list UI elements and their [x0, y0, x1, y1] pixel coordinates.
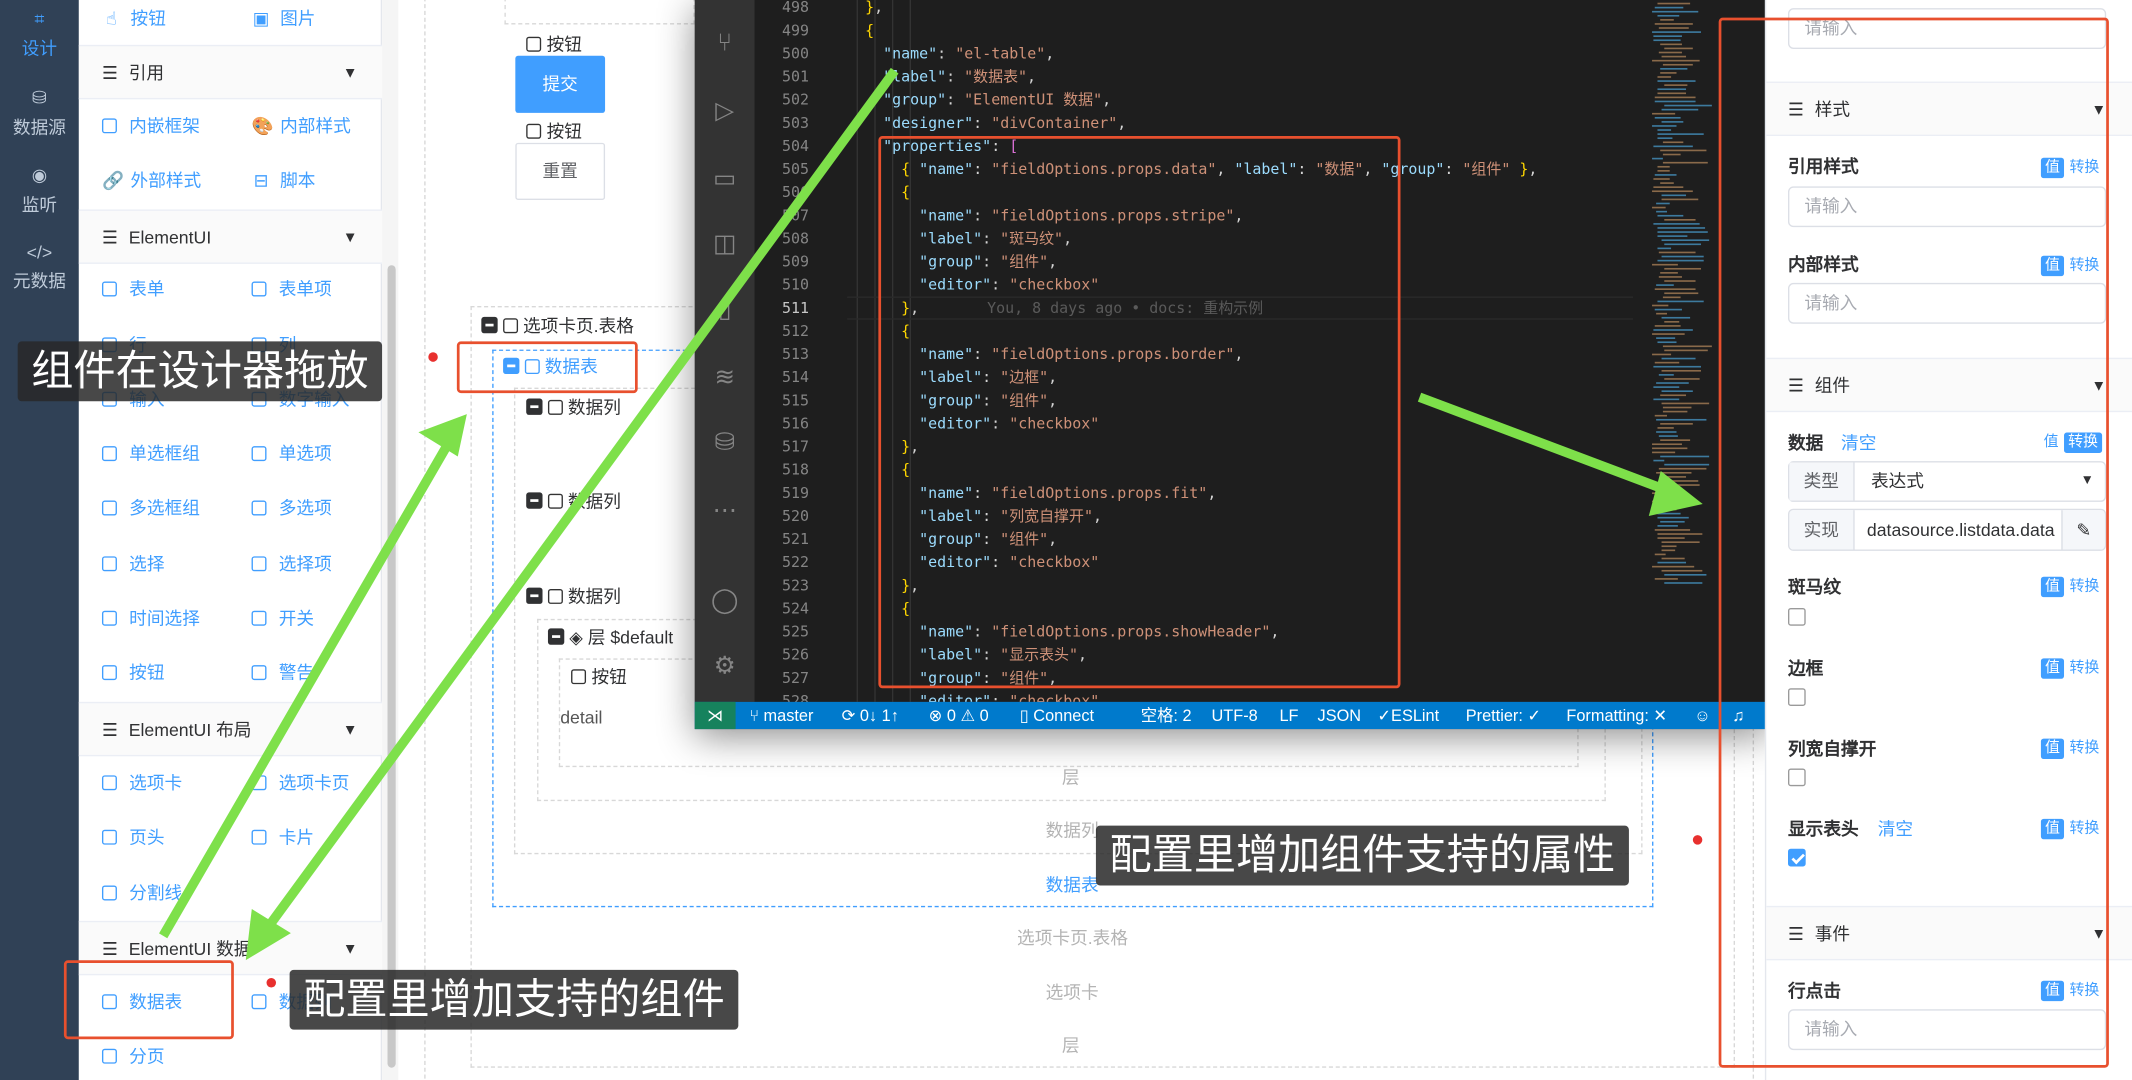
annotation-add-component: 配置里增加支持的组件 — [289, 969, 739, 1030]
annotation-arrows — [159, 67, 1703, 961]
annotation-dot — [266, 977, 277, 988]
arrow-palette-to-canvas — [159, 435, 456, 939]
arrowhead — [1648, 471, 1703, 516]
annotation-add-props: 配置里增加组件支持的属性 — [1095, 825, 1629, 886]
arrow-code-to-panel — [1417, 392, 1675, 497]
annotation-drag: 组件在设计器拖放 — [17, 341, 383, 402]
annotation-dot — [1692, 835, 1703, 845]
arrow-code-to-palette — [259, 67, 899, 936]
arrowhead — [245, 909, 291, 961]
annotation-dot — [428, 352, 438, 362]
